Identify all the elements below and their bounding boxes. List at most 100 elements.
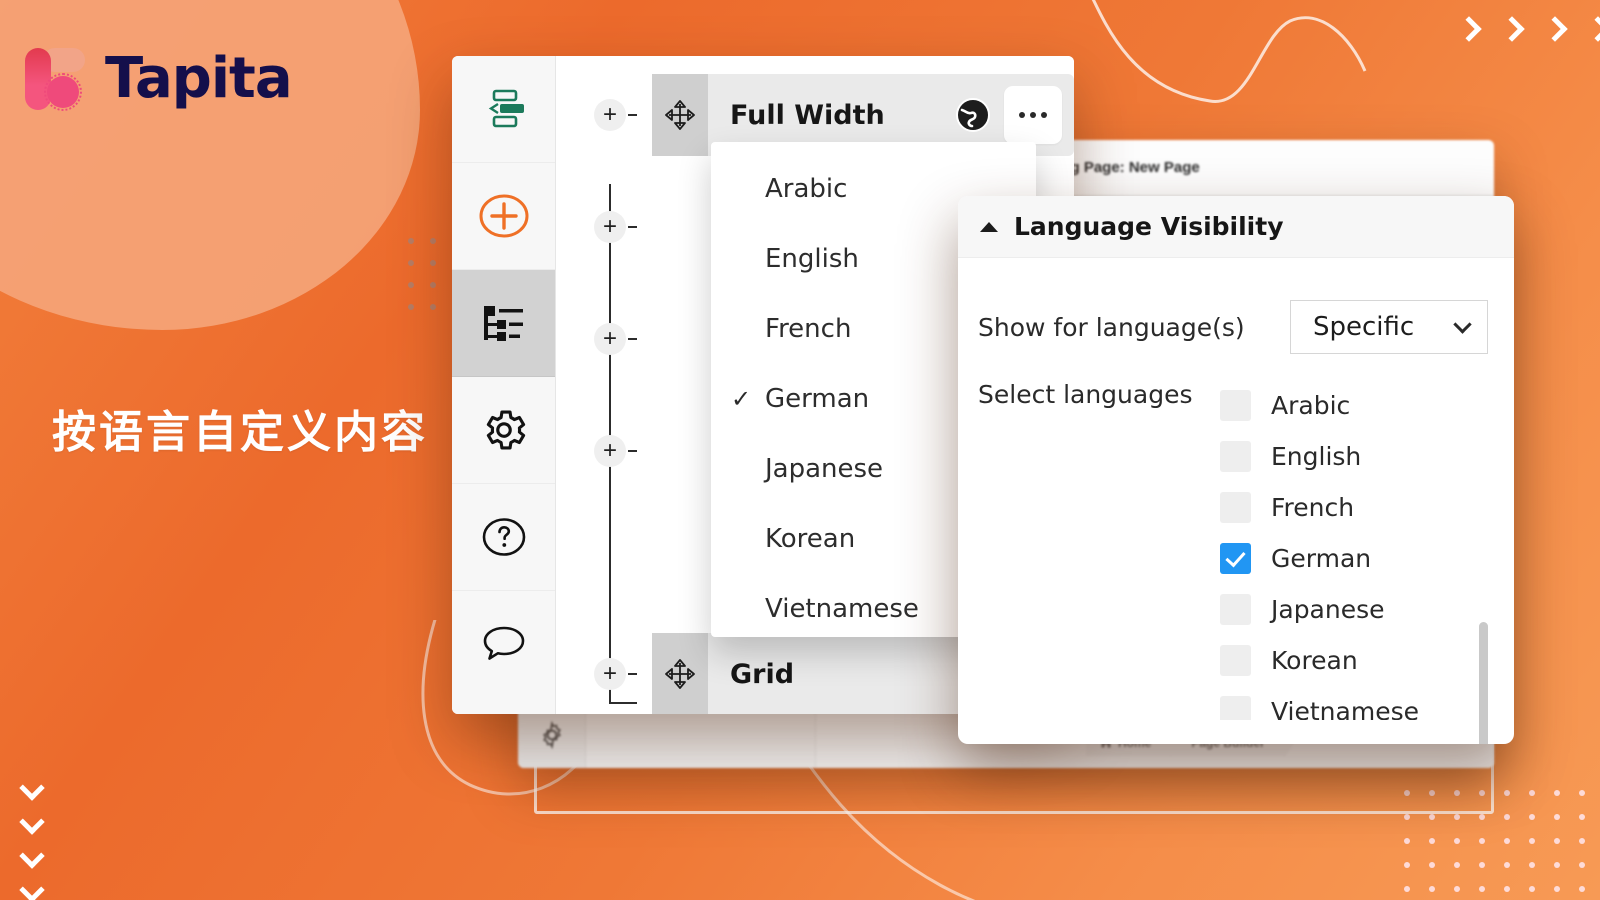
checkbox-icon[interactable] bbox=[1220, 645, 1251, 676]
chevrons-right-decoration bbox=[1455, 16, 1600, 42]
chevron-icon bbox=[18, 877, 44, 900]
checkbox-icon[interactable] bbox=[1220, 696, 1251, 720]
add-block-button[interactable]: + bbox=[594, 99, 637, 131]
chevron-down-icon bbox=[1453, 314, 1472, 334]
brand-name: Tapita bbox=[105, 45, 293, 111]
language-visibility-header[interactable]: Language Visibility bbox=[958, 196, 1514, 258]
panel-title: Language Visibility bbox=[1014, 212, 1284, 241]
decorative-dot bbox=[430, 282, 436, 288]
language-checkbox-french[interactable]: French bbox=[1220, 482, 1472, 533]
decorative-dot bbox=[1429, 886, 1435, 892]
decorative-dot bbox=[1429, 838, 1435, 844]
decorative-dot bbox=[1404, 862, 1410, 868]
decorative-dot bbox=[1529, 886, 1535, 892]
language-checkbox-label: German bbox=[1271, 544, 1372, 573]
scrollbar-thumb[interactable] bbox=[1479, 622, 1488, 744]
more-dot bbox=[1019, 112, 1025, 118]
language-option-label: Arabic bbox=[765, 174, 848, 204]
sidebar-item-add-element[interactable] bbox=[452, 163, 555, 270]
add-block-button[interactable]: + bbox=[594, 211, 637, 243]
language-checkbox-label: French bbox=[1271, 493, 1355, 522]
language-checkbox-label: English bbox=[1271, 442, 1362, 471]
decorative-dot bbox=[1429, 862, 1435, 868]
decorative-dot bbox=[408, 282, 414, 288]
decorative-dot bbox=[1579, 862, 1585, 868]
select-languages-label: Select languages bbox=[978, 380, 1193, 409]
decorative-dot bbox=[1554, 838, 1560, 844]
brand-logo: Tapita bbox=[25, 42, 293, 114]
sidebar-item-chat[interactable] bbox=[452, 591, 555, 698]
decorative-dot bbox=[1529, 838, 1535, 844]
show-for-language-select[interactable]: Specific bbox=[1290, 300, 1488, 354]
checkbox-checked-icon[interactable] bbox=[1220, 543, 1251, 574]
sidebar-item-layers[interactable] bbox=[452, 270, 555, 377]
decorative-dot bbox=[430, 260, 436, 266]
decorative-dot bbox=[430, 238, 436, 244]
language-checkbox-arabic[interactable]: Arabic bbox=[1220, 380, 1472, 431]
add-element-icon bbox=[479, 194, 528, 238]
chat-bubble-icon bbox=[483, 626, 524, 660]
globe-icon[interactable] bbox=[954, 96, 992, 134]
more-options-button[interactable] bbox=[1004, 86, 1062, 144]
language-checkbox-label: Vietnamese bbox=[1271, 697, 1419, 720]
tree-connector-branch bbox=[609, 702, 637, 704]
select-languages-row: Select languages Arabic English French Germ… bbox=[978, 380, 1488, 720]
language-list-scrollbar[interactable] bbox=[1479, 622, 1488, 744]
sidebar-item-help[interactable] bbox=[452, 484, 555, 591]
decorative-dot bbox=[408, 238, 414, 244]
poster-canvas: Tapita 按语言自定义内容 ding Page: New Page Icon… bbox=[0, 0, 1600, 900]
caret-up-icon[interactable] bbox=[980, 221, 998, 232]
language-option-label: Korean bbox=[765, 524, 856, 554]
decorative-dot bbox=[1504, 886, 1510, 892]
drag-handle-icon[interactable] bbox=[652, 633, 708, 714]
decorative-dot bbox=[1529, 862, 1535, 868]
checkbox-icon[interactable] bbox=[1220, 390, 1251, 421]
language-checkbox-label: Arabic bbox=[1271, 391, 1351, 420]
checkbox-icon[interactable] bbox=[1220, 594, 1251, 625]
decorative-dot bbox=[1554, 790, 1560, 796]
language-checkbox-vietnamese[interactable]: Vietnamese bbox=[1220, 686, 1472, 720]
show-for-language-row: Show for language(s) Specific bbox=[978, 300, 1488, 354]
language-checkbox-list[interactable]: Arabic English French German Japanese Korean V… bbox=[1220, 380, 1488, 720]
language-checkbox-german[interactable]: German bbox=[1220, 533, 1472, 584]
decorative-dot bbox=[1504, 862, 1510, 868]
language-option-label: Japanese bbox=[765, 454, 884, 484]
block-actions bbox=[954, 86, 1074, 144]
decorative-dot bbox=[1404, 886, 1410, 892]
sidebar-item-collapse[interactable] bbox=[452, 56, 555, 163]
chevrons-down-decoration bbox=[18, 775, 44, 900]
chevron-icon bbox=[1498, 16, 1524, 42]
chevron-icon bbox=[1455, 16, 1481, 42]
decorative-dot bbox=[1454, 886, 1460, 892]
sidebar-item-settings[interactable] bbox=[452, 377, 555, 484]
language-checkbox-japanese[interactable]: Japanese bbox=[1220, 584, 1472, 635]
decorative-dot bbox=[1504, 838, 1510, 844]
decorative-dot bbox=[1579, 838, 1585, 844]
add-block-button[interactable]: + bbox=[594, 323, 637, 355]
select-value: Specific bbox=[1313, 312, 1415, 342]
decorative-dot bbox=[1579, 814, 1585, 820]
block-title: Grid bbox=[730, 658, 795, 690]
language-checkbox-english[interactable]: English bbox=[1220, 431, 1472, 482]
checkbox-icon[interactable] bbox=[1220, 492, 1251, 523]
decorative-dot bbox=[1479, 862, 1485, 868]
decorative-dot bbox=[1529, 814, 1535, 820]
chevron-icon bbox=[1584, 16, 1600, 42]
chevron-icon bbox=[18, 775, 44, 801]
check-icon: ✓ bbox=[731, 385, 752, 413]
decorative-dot bbox=[1404, 814, 1410, 820]
decorative-dot bbox=[408, 260, 414, 266]
drag-handle-icon[interactable] bbox=[652, 74, 708, 156]
add-block-button[interactable]: + bbox=[594, 435, 637, 467]
decorative-dot bbox=[1454, 814, 1460, 820]
language-option-label: French bbox=[765, 314, 852, 344]
move-arrows-icon bbox=[665, 659, 695, 689]
checkbox-icon[interactable] bbox=[1220, 441, 1251, 472]
chevron-icon bbox=[18, 809, 44, 835]
builder-sidebar bbox=[452, 56, 556, 714]
add-block-button[interactable]: + bbox=[594, 658, 637, 690]
decorative-dot bbox=[1454, 862, 1460, 868]
language-checkbox-korean[interactable]: Korean bbox=[1220, 635, 1472, 686]
language-option-label: German bbox=[765, 384, 870, 414]
language-option-label: Vietnamese bbox=[765, 594, 919, 624]
